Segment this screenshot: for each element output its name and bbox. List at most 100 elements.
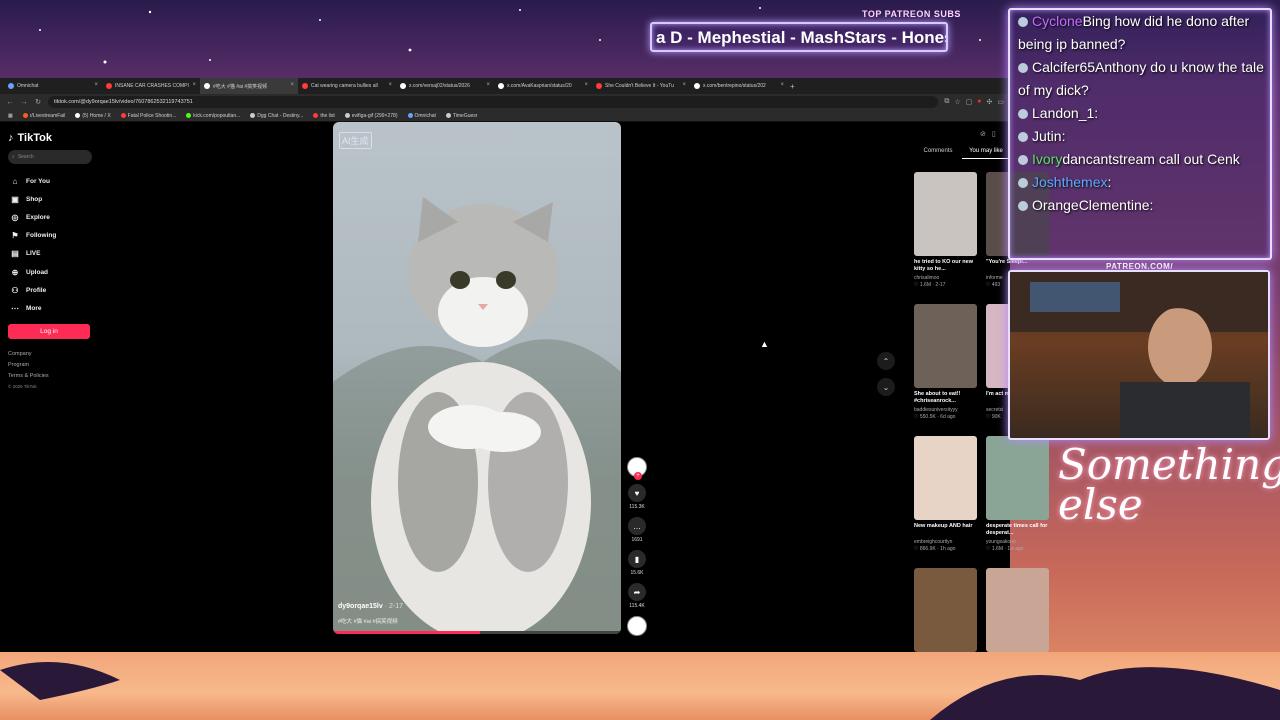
footer-company[interactable]: Company	[8, 351, 92, 362]
nav-item-upload[interactable]: ⊕ Upload	[8, 263, 92, 281]
browser-tab[interactable]: x.com/AvaKasprian/status/20 ×	[494, 78, 592, 94]
chat-username: Calcifer65	[1032, 59, 1096, 75]
bookmark-action: ▮ 15.6K	[625, 550, 649, 576]
bookmark-icon[interactable]: ▮	[628, 550, 646, 568]
browser-tab[interactable]: Cat wearing camera bullies all ×	[298, 78, 396, 94]
browser-tab[interactable]: Omnichat ×	[4, 78, 102, 94]
video-thumbnail[interactable]	[986, 436, 1049, 520]
video-tags[interactable]: #吃大 #猫 #ai #搞笑视频	[338, 617, 398, 625]
tab-favicon-icon	[498, 83, 504, 89]
reload-icon[interactable]: ↻	[34, 98, 42, 106]
apps-icon[interactable]: ▦	[8, 113, 13, 119]
video-thumbnail[interactable]	[914, 304, 977, 388]
recommended-video-card[interactable]: desperate times call for desperat... you…	[986, 436, 1049, 552]
new-tab-icon[interactable]: +	[790, 82, 795, 91]
puzzle-icon[interactable]: ✣	[987, 98, 993, 106]
footer-terms[interactable]: Terms & Policies	[8, 373, 92, 384]
chat-text: :	[1094, 105, 1099, 121]
back-icon[interactable]: ←	[6, 99, 14, 106]
recording-icon[interactable]: ●	[977, 98, 981, 106]
close-tab-icon[interactable]: ×	[290, 82, 294, 88]
platform-icon	[1018, 155, 1028, 166]
video-progress-bar[interactable]	[333, 631, 621, 634]
heart-icon[interactable]: ♥	[628, 484, 646, 502]
close-tab-icon[interactable]: ×	[584, 82, 588, 88]
bookmark-favicon-icon	[120, 113, 126, 118]
next-video-icon[interactable]: ⌄	[877, 378, 895, 396]
nav-item-shop[interactable]: ▣ Shop	[8, 190, 92, 208]
close-tab-icon[interactable]: ×	[486, 82, 490, 88]
follow-plus-icon[interactable]: +	[634, 472, 642, 480]
share-count: 115.4K	[629, 603, 645, 609]
nav-item-for-you[interactable]: ⌂ For You	[8, 172, 92, 190]
tiktok-note-icon: ♪	[8, 132, 14, 144]
card-user: baddiesuniversityyy	[914, 407, 958, 413]
recommended-video-card[interactable]: New makeup AND hair embreighcourtlyn ♡ 8…	[914, 436, 977, 552]
bookmark-item[interactable]: Dgg Chat - Destiny...	[250, 113, 303, 119]
nav-item-explore[interactable]: ◎ Explore	[8, 208, 92, 226]
comment-icon[interactable]: …	[628, 517, 646, 535]
more-icon: ⋯	[11, 303, 19, 313]
footer-program[interactable]: Program	[8, 362, 92, 373]
bookmark-label: evifiga-gif (299×278)	[351, 112, 398, 119]
login-button[interactable]: Log in	[8, 323, 90, 339]
video-author[interactable]: dy9orqae15lv · 2-17	[338, 603, 403, 610]
panel-toggle-icon[interactable]: ▯	[992, 130, 996, 138]
browser-tab[interactable]: x.com/bentrepino/status/202 ×	[690, 78, 788, 94]
bookmark-favicon-icon	[186, 113, 192, 118]
url-field[interactable]: tiktok.com/@dy9orqae15lv/video/760786253…	[48, 96, 939, 108]
browser-tab[interactable]: #吃大 #猫 #ai #搞笑视频 ×	[200, 78, 298, 94]
recommended-video-card[interactable]: She about to eat!! #chriseanrock... badd…	[914, 304, 977, 420]
close-tab-icon[interactable]: ×	[94, 82, 98, 88]
browser-tab[interactable]: INSANE CAR CRASHES COMPI ×	[102, 78, 200, 94]
bookmark-item[interactable]: (5) Home / X	[75, 113, 111, 119]
bookmark-item[interactable]: TimeGuesr	[445, 113, 477, 119]
nav-list: ⌂ For You ▣ Shop ◎ Explore ⚑ Following ▤ LIVE ⊕ Upl…	[8, 172, 92, 318]
sidepanel-icon[interactable]: ▭	[997, 98, 1004, 106]
star-icon[interactable]: ☆	[954, 98, 960, 106]
close-tab-icon[interactable]: ×	[780, 82, 784, 88]
video-thumbnail[interactable]	[914, 172, 977, 256]
browser-tab[interactable]: She Couldn't Believe It - YouTu ×	[592, 78, 690, 94]
video-thumbnail[interactable]	[914, 436, 977, 520]
tab-favicon-icon	[302, 83, 308, 89]
share-page-icon[interactable]: ⧉	[944, 98, 949, 106]
forward-icon[interactable]: →	[20, 99, 28, 106]
music-disc-icon[interactable]	[627, 616, 647, 636]
platform-icon	[1018, 178, 1028, 189]
webcam-frame	[1008, 270, 1270, 440]
extension-icon[interactable]: ▢	[966, 98, 973, 106]
recommended-video-card[interactable]: he tried to KO our new kitty so he... ch…	[914, 172, 977, 288]
tiktok-logo[interactable]: ♪ TikTok	[8, 128, 92, 148]
like-count: 115.3K	[629, 504, 645, 510]
bookmark-item[interactable]: kick.com/popoutlan...	[186, 113, 240, 119]
nav-item-profile[interactable]: ⚇ Profile	[8, 281, 92, 299]
nav-item-following[interactable]: ⚑ Following	[8, 227, 92, 245]
bookmark-item[interactable]: evifiga-gif (299×278)	[344, 112, 398, 119]
bookmark-item[interactable]: r/LivestreamFail	[22, 113, 65, 119]
share-icon[interactable]: ➦	[628, 583, 646, 601]
tab-comments[interactable]: Comments	[914, 148, 962, 159]
video-player[interactable]: AI生成 dy9orqae15lv · 2-17 #吃大 #猫 #ai #搞笑视…	[333, 122, 621, 634]
chat-username: Ivory	[1032, 151, 1063, 167]
nav-item-more[interactable]: ⋯ More	[8, 299, 92, 317]
tab-you-may-like[interactable]: You may like	[962, 148, 1010, 159]
bookmark-item[interactable]: Omnichat	[407, 113, 436, 119]
browser-tab[interactable]: x.com/versaj02/status/2026 ×	[396, 78, 494, 94]
nav-item-live[interactable]: ▤ LIVE	[8, 245, 92, 263]
tab-label: x.com/bentrepino/status/202	[703, 83, 766, 89]
close-tab-icon[interactable]: ×	[388, 82, 392, 88]
bookmark-item[interactable]: Fatal Police Shootin...	[120, 113, 176, 119]
cat-video-frame	[333, 197, 621, 634]
chat-text: :	[1107, 174, 1112, 190]
search-input[interactable]: ⌕ Search	[8, 150, 92, 164]
bookmark-favicon-icon	[22, 113, 28, 118]
creator-avatar[interactable]: +	[627, 457, 647, 480]
address-bar: ← → ↻ tiktok.com/@dy9orqae15lv/video/760…	[0, 94, 1010, 110]
close-tab-icon[interactable]: ×	[192, 82, 196, 88]
bookmark-item[interactable]: the list	[313, 113, 335, 119]
close-tab-icon[interactable]: ×	[682, 82, 686, 88]
prev-video-icon[interactable]: ⌃	[877, 352, 895, 370]
settings-icon[interactable]: ⊘	[980, 130, 986, 138]
tab-favicon-icon	[204, 83, 210, 89]
